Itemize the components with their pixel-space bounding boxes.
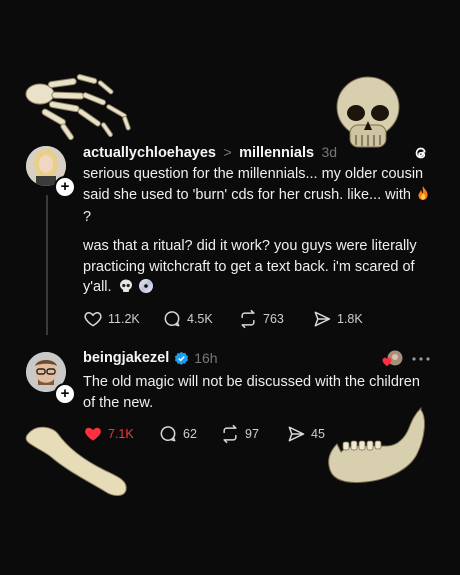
verified-badge-icon <box>175 351 189 365</box>
post-like-count: 11.2K <box>108 312 140 326</box>
breadcrumb-separator: > <box>223 144 232 160</box>
skull-emoji <box>118 278 134 301</box>
bone-decoration <box>25 426 127 496</box>
heart-icon <box>84 311 102 327</box>
share-icon <box>314 311 331 327</box>
post-repost-count: 763 <box>263 312 284 326</box>
follow-plus-button-reply[interactable]: + <box>54 383 76 405</box>
reply-reply-count: 62 <box>183 427 197 441</box>
post-text-1-end: ? <box>83 209 92 225</box>
post-header: actuallychloehayes > millennials 3d <box>83 144 337 162</box>
post-repost-button[interactable]: 763 <box>238 309 284 329</box>
threads-logo-icon[interactable] <box>412 144 430 162</box>
post-body-paragraph-2: was that a ritual? did it work? you guys… <box>83 236 433 301</box>
post-text-1: serious question for the millennials... … <box>83 166 424 203</box>
post-reply-count: 4.5K <box>187 312 213 326</box>
reply-share-button[interactable]: 45 <box>286 424 325 444</box>
post-share-count: 1.8K <box>337 312 363 326</box>
reply-repost-button[interactable]: 97 <box>220 424 259 444</box>
post-timestamp: 3d <box>321 144 338 160</box>
thread-connector-line <box>46 195 48 335</box>
repost-icon <box>241 309 255 329</box>
reply-username[interactable]: beingjakezel <box>83 350 169 366</box>
post-username[interactable]: actuallychloehayes <box>83 145 216 161</box>
cd-emoji <box>138 278 154 301</box>
repost-icon <box>223 424 237 444</box>
reply-header: beingjakezel 16h <box>83 350 218 366</box>
comment-icon <box>160 426 176 442</box>
reply-reply-button[interactable]: 62 <box>158 424 197 444</box>
post-share-button[interactable]: 1.8K <box>312 309 363 329</box>
jawbone-decoration <box>328 406 425 483</box>
author-liked-indicator <box>382 350 404 368</box>
share-icon <box>288 426 305 442</box>
comment-icon <box>164 311 180 327</box>
post-body-paragraph-1: serious question for the millennials... … <box>83 164 433 228</box>
reply-repost-count: 97 <box>245 427 259 441</box>
post-like-button[interactable]: 11.2K <box>83 309 140 329</box>
follow-plus-button[interactable]: + <box>54 176 76 198</box>
reply-timestamp: 16h <box>194 350 218 366</box>
skeleton-hand-decoration <box>25 74 131 141</box>
community-link[interactable]: millennials <box>239 145 314 161</box>
skull-decoration <box>336 76 400 148</box>
fire-emoji <box>415 185 431 208</box>
post-reply-button[interactable]: 4.5K <box>162 309 213 329</box>
more-icon[interactable] <box>411 355 431 363</box>
post-text-2: was that a ritual? did it work? you guys… <box>83 238 417 295</box>
